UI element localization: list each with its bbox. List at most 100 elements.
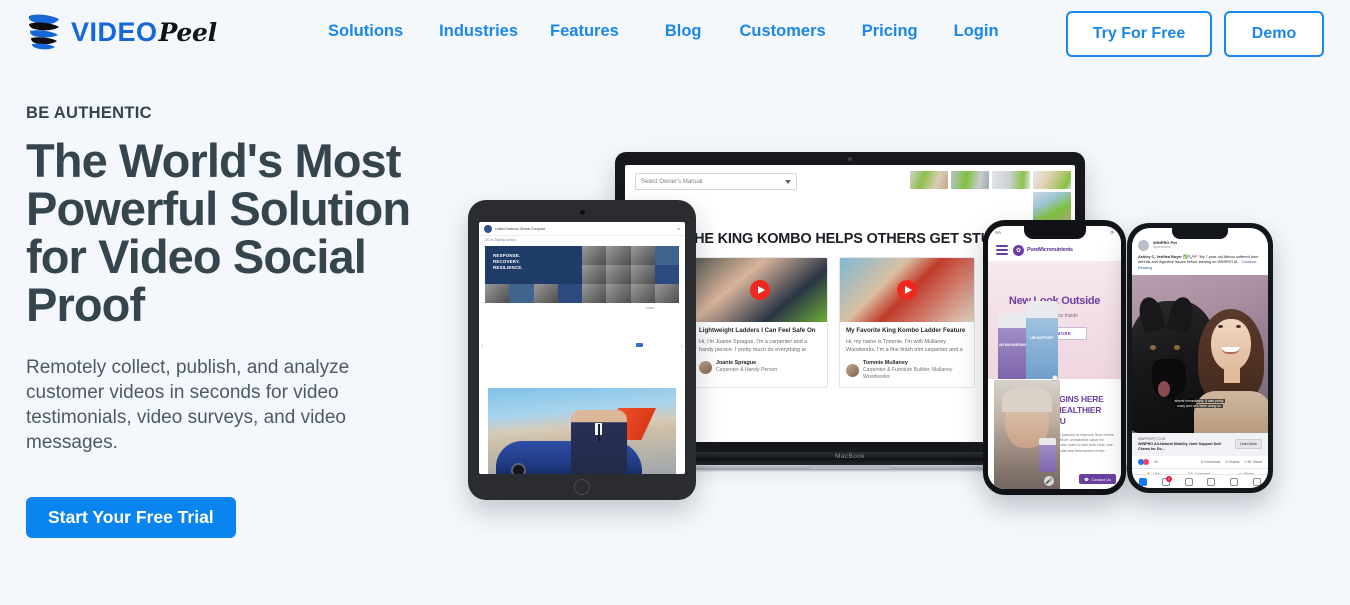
bottle-body: UR MAGNESIUM xyxy=(998,327,1028,379)
laptop-camera-icon xyxy=(848,157,852,161)
video-card[interactable]: Lightweight Ladders I Can Feel Safe On H… xyxy=(692,257,828,388)
fb-engagement-stats: 60 6 Comments 6 Shares 2.3K Views xyxy=(1132,456,1268,469)
video-card-desc: Hi, I'm Joanie Sprague. I'm a carpenter … xyxy=(699,339,808,353)
phone-mockup-left: AA puremicronutrients.com ⟳ ✿ PureMicron… xyxy=(983,220,1126,495)
tab-notifications[interactable] xyxy=(1229,477,1238,486)
tablet-home-button[interactable] xyxy=(574,479,590,495)
tablet-camera-icon xyxy=(579,210,585,215)
carousel-prev-icon[interactable]: ‹ xyxy=(481,343,483,350)
owners-manual-select[interactable]: Select Owner's Manual xyxy=(635,173,797,190)
owners-manual-select-value: Select Owner's Manual xyxy=(641,178,703,185)
start-free-trial-button[interactable]: Start Your Free Trial xyxy=(26,497,236,538)
main-navigation: Solutions Industries Features Blog Custo… xyxy=(328,22,999,41)
tablet-header-link[interactable]: ⊕ xyxy=(677,227,680,231)
video-card-title: My Favorite King Kombo Ladder Feature xyxy=(846,327,966,334)
video-card-author: Tommie Mullaney Carpenter & Furniture Bu… xyxy=(846,360,968,381)
woman-body xyxy=(1194,391,1268,434)
tab-profile[interactable] xyxy=(1184,477,1193,486)
share-count[interactable]: 6 Shares xyxy=(1226,460,1240,464)
logo-wordmark: VIDEO Peel xyxy=(71,17,217,48)
phone-left-testimonial-video[interactable]: 🎤 xyxy=(994,380,1060,489)
thumbnail-item[interactable] xyxy=(992,171,1030,189)
video-thumbnail[interactable] xyxy=(693,258,827,322)
carousel-next-icon[interactable]: › xyxy=(681,343,683,350)
fb-reviewer-name: Ashley C, Verified Buyer xyxy=(1138,255,1182,259)
site-header: VIDEO Peel Solutions Industries Features … xyxy=(0,0,1350,68)
banner-portrait xyxy=(582,246,607,265)
tab-marketplace[interactable]: 1 xyxy=(1161,475,1172,486)
nav-item-pricing[interactable]: Pricing xyxy=(862,22,918,41)
browser-reload-icon[interactable]: ⟳ xyxy=(1110,230,1114,236)
banner-portrait xyxy=(582,265,607,284)
supplement-bottle: UR MAGNESIUM xyxy=(998,313,1028,379)
dog-snout xyxy=(1152,359,1186,400)
header-actions: Try For Free Demo xyxy=(1066,11,1324,57)
supplement-bottle: UR SUPPORT xyxy=(1026,301,1058,379)
thumbnail-item[interactable] xyxy=(1033,171,1071,189)
tablet-screen: United Nations Global Compact ⊕ CEOs Tak… xyxy=(479,222,685,474)
fb-post-video[interactable]: almost immediately. It was pretty crazy … xyxy=(1132,275,1268,434)
nav-item-blog[interactable]: Blog xyxy=(665,22,702,41)
bottle-cap xyxy=(998,313,1028,328)
notification-badge: 1 xyxy=(1165,475,1172,482)
logo-video-text: VIDEO xyxy=(71,16,158,47)
dog-tongue xyxy=(1158,381,1170,398)
caption-line-1: almost immediately. It was pretty xyxy=(1172,398,1226,403)
banner-portrait xyxy=(630,265,655,284)
microphone-icon[interactable]: 🎤 xyxy=(1044,476,1054,486)
dog-ear xyxy=(1166,295,1196,334)
tablet-site-header: United Nations Global Compact ⊕ xyxy=(479,222,685,236)
nav-item-customers[interactable]: Customers xyxy=(739,22,825,41)
avatar xyxy=(846,364,859,377)
play-icon[interactable] xyxy=(897,280,917,300)
banner-portrait xyxy=(606,265,631,284)
nav-item-features[interactable]: Features xyxy=(550,22,619,41)
hamburger-menu-icon[interactable] xyxy=(996,245,1008,255)
try-for-free-button[interactable]: Try For Free xyxy=(1066,11,1212,57)
thumbnail-item[interactable] xyxy=(951,171,989,189)
fb-link-preview[interactable]: WINPROPET.COM WINPRO All-Natural Mobilit… xyxy=(1132,433,1268,456)
tablet-video-player[interactable] xyxy=(488,388,676,474)
bottle-cap xyxy=(1026,301,1058,319)
phone-left-logo[interactable]: ✿ PureMicronutrients xyxy=(1013,244,1073,256)
learn-more-button[interactable]: Learn More xyxy=(1235,439,1262,450)
video-card[interactable]: My Favorite King Kombo Ladder Feature Hi… xyxy=(839,257,975,388)
thumbnail-item[interactable] xyxy=(910,171,948,189)
phone-left-site-header: ✿ PureMicronutrients xyxy=(988,239,1121,261)
comment-count[interactable]: 6 Comments xyxy=(1201,460,1221,464)
tablet-mockup: United Nations Global Compact ⊕ CEOs Tak… xyxy=(468,200,696,500)
woman-face xyxy=(1211,319,1251,372)
author-name: Joanie Sprague xyxy=(716,360,757,366)
nav-item-solutions[interactable]: Solutions xyxy=(328,22,403,41)
page-title: The World's Most Powerful Solution for V… xyxy=(26,134,411,331)
demo-button[interactable]: Demo xyxy=(1224,11,1324,57)
avatar[interactable] xyxy=(1138,240,1149,251)
avatar xyxy=(699,360,712,374)
video-thumbnail[interactable] xyxy=(840,258,974,322)
tab-groups[interactable] xyxy=(1207,477,1216,486)
tablet-banner-text: RESPONSE. RECOVERY. RESILIENCE. xyxy=(485,246,582,284)
nav-item-login[interactable]: Login xyxy=(954,22,999,41)
tab-home[interactable] xyxy=(1139,477,1148,486)
play-icon[interactable] xyxy=(750,280,770,300)
nav-item-industries[interactable]: Industries xyxy=(439,22,518,41)
caption-line-2: crazy and he's been doing so xyxy=(1174,404,1223,409)
logo[interactable]: VIDEO Peel xyxy=(26,12,217,52)
device-mockup-stage: Select Owner's Manual HOW THE KING KOMBO… xyxy=(455,95,1325,555)
fb-bottom-tabbar: 1 xyxy=(1132,474,1268,488)
contact-us-chip[interactable]: 💬 Contact Us xyxy=(1079,474,1116,484)
dog-ear xyxy=(1136,295,1166,334)
bottle-label: UR MAGNESIUM xyxy=(998,342,1028,347)
video-card-author: Joanie Sprague Carpenter & Handy Person xyxy=(699,360,821,374)
phone-right-screen: WINPRO Pet Sponsored Ashley C, Verified … xyxy=(1132,228,1268,488)
tab-menu[interactable] xyxy=(1252,477,1261,486)
video-card-desc: Hi, my name is Tommie, I'm with Mullaney… xyxy=(846,339,963,353)
carousel-dot[interactable] xyxy=(1051,375,1058,381)
banner-portrait xyxy=(630,284,655,303)
bottle-label: UR SUPPORT xyxy=(1030,336,1054,341)
banner-portrait xyxy=(485,284,510,303)
browser-text-size-icon[interactable]: AA xyxy=(995,230,1001,235)
banner-portrait xyxy=(582,284,607,303)
banner-block xyxy=(509,284,534,303)
banner-block xyxy=(654,246,679,265)
